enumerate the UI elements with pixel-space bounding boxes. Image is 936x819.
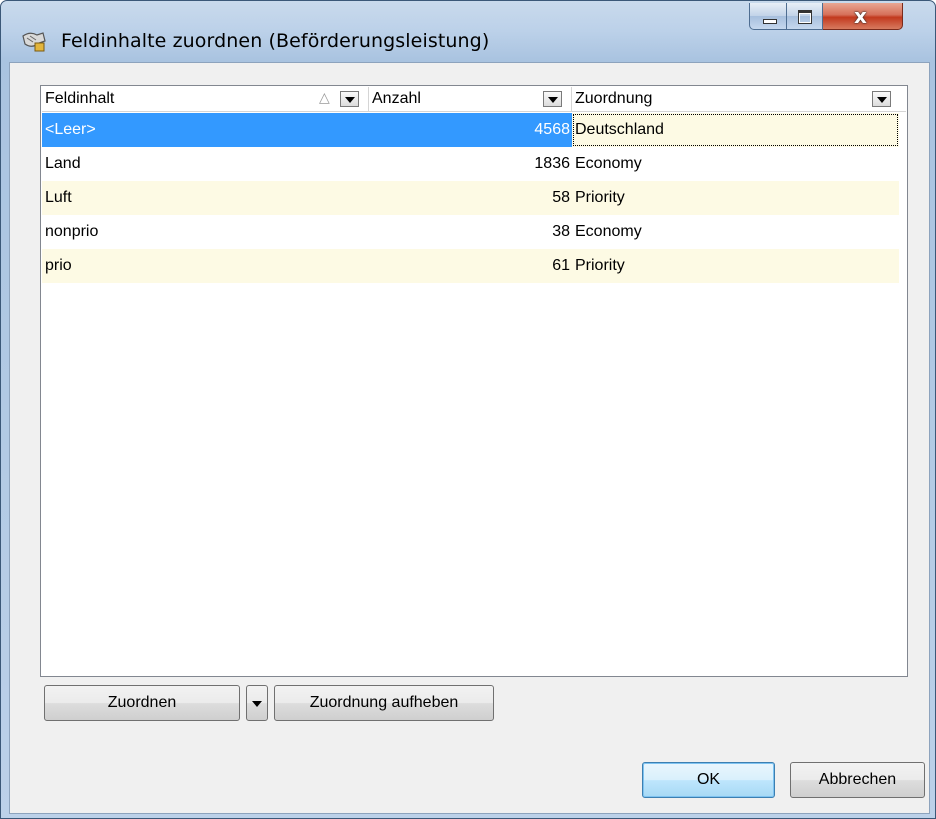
cell-anzahl[interactable]: 1836 xyxy=(369,147,572,181)
minimize-button[interactable] xyxy=(749,3,787,30)
table-row[interactable]: nonprio 38 Economy xyxy=(42,215,899,249)
ok-button[interactable]: OK xyxy=(642,762,775,798)
cell-zuordnung[interactable]: Priority xyxy=(572,249,899,283)
dialog-content: Feldinhalt △ Anzahl Zuordnung <Leer> 456… xyxy=(9,62,930,814)
column-header-zuordnung[interactable]: Zuordnung xyxy=(572,87,906,111)
minimize-icon xyxy=(763,19,777,24)
cell-anzahl[interactable]: 58 xyxy=(369,181,572,215)
filter-dropdown-feldinhalt[interactable] xyxy=(340,91,359,107)
cell-anzahl[interactable]: 38 xyxy=(369,215,572,249)
mapping-app-icon xyxy=(22,32,46,52)
assign-button[interactable]: Zuordnen xyxy=(44,685,240,721)
cell-feldinhalt[interactable]: Luft xyxy=(42,181,369,215)
grid-header: Feldinhalt △ Anzahl Zuordnung xyxy=(42,87,906,112)
close-icon: x xyxy=(854,4,867,28)
cancel-button[interactable]: Abbrechen xyxy=(790,762,925,798)
window-title: Feldinhalte zuordnen (Beförderungsleistu… xyxy=(61,30,490,52)
table-row[interactable]: prio 61 Priority xyxy=(42,249,899,283)
unassign-button[interactable]: Zuordnung aufheben xyxy=(274,685,494,721)
cell-zuordnung[interactable]: Deutschland xyxy=(572,113,899,147)
cell-feldinhalt[interactable]: prio xyxy=(42,249,369,283)
column-label-feldinhalt: Feldinhalt xyxy=(45,90,115,107)
filter-dropdown-zuordnung[interactable] xyxy=(872,91,891,107)
cell-feldinhalt[interactable]: nonprio xyxy=(42,215,369,249)
cell-anzahl[interactable]: 4568 xyxy=(369,113,572,147)
title-bar[interactable]: Feldinhalte zuordnen (Beförderungsleistu… xyxy=(1,1,935,61)
maximize-button[interactable] xyxy=(787,3,823,30)
table-row[interactable]: Land 1836 Economy xyxy=(42,147,899,181)
cell-feldinhalt[interactable]: <Leer> xyxy=(42,113,369,147)
assign-options-dropdown[interactable] xyxy=(246,685,268,721)
dialog-window: Feldinhalte zuordnen (Beförderungsleistu… xyxy=(0,0,936,819)
table-row[interactable]: Luft 58 Priority xyxy=(42,181,899,215)
column-label-zuordnung: Zuordnung xyxy=(575,90,653,107)
filter-dropdown-anzahl[interactable] xyxy=(543,91,562,107)
close-button[interactable]: x xyxy=(823,3,903,30)
cell-zuordnung[interactable]: Economy xyxy=(572,215,899,249)
cell-zuordnung[interactable]: Priority xyxy=(572,181,899,215)
cell-feldinhalt[interactable]: Land xyxy=(42,147,369,181)
column-header-anzahl[interactable]: Anzahl xyxy=(369,87,572,111)
table-row[interactable]: <Leer> 4568 Deutschland xyxy=(42,113,899,147)
cell-zuordnung[interactable]: Economy xyxy=(572,147,899,181)
field-mapping-grid[interactable]: Feldinhalt △ Anzahl Zuordnung <Leer> 456… xyxy=(40,85,908,677)
maximize-icon xyxy=(798,10,812,24)
cell-anzahl[interactable]: 61 xyxy=(369,249,572,283)
column-label-anzahl: Anzahl xyxy=(372,90,421,107)
column-header-feldinhalt[interactable]: Feldinhalt △ xyxy=(42,87,369,111)
sort-ascending-icon: △ xyxy=(319,89,330,105)
